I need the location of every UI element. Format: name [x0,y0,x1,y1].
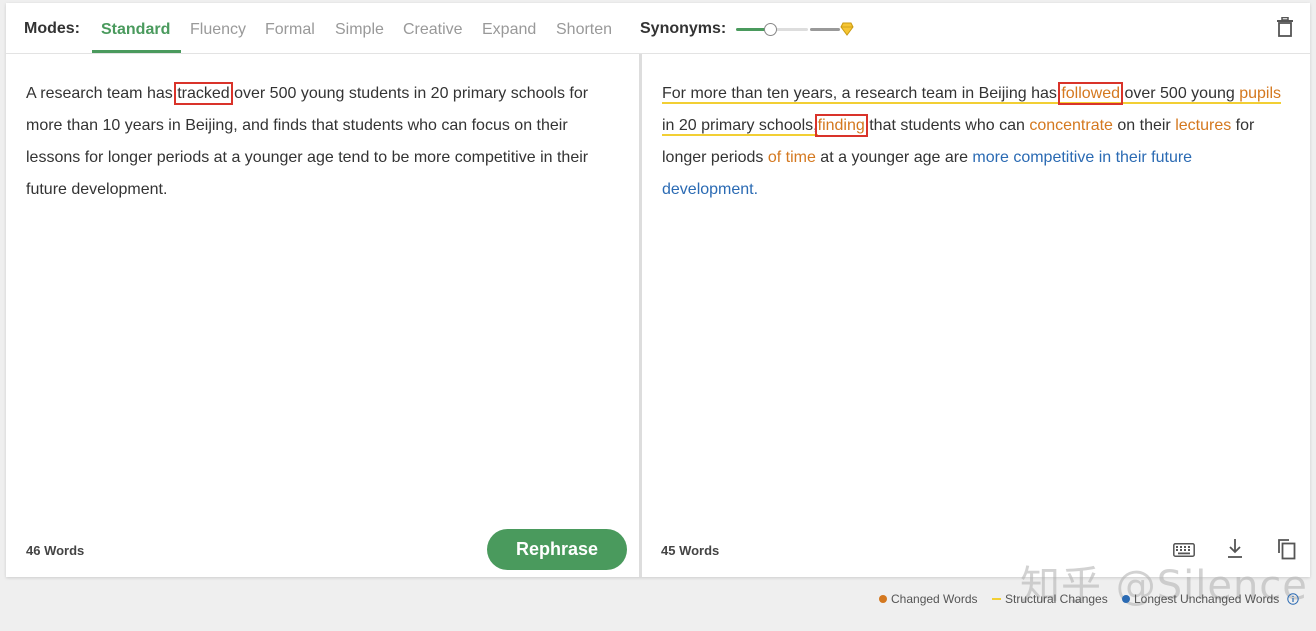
rephrase-button[interactable]: Rephrase [487,529,627,570]
modes-label: Modes: [24,20,80,37]
synonyms-slider[interactable] [736,18,854,40]
output-word-count: 45 Words [661,543,720,558]
structural-line-icon [992,598,1001,600]
legend-changed: Changed Words [879,592,978,606]
changed-word-finding[interactable]: finding [814,114,868,137]
tab-simple[interactable]: Simple [335,21,384,39]
output-text-part: For more than ten years, a research team… [662,85,1062,102]
changed-word-concentrate[interactable]: concentrate [1029,117,1113,134]
toolbar: Modes: Standard Fluency Formal Simple Cr… [6,3,1310,54]
tab-expand[interactable]: Expand [482,21,536,39]
legend-structural-label: Structural Changes [1005,592,1108,606]
output-text-part: at a younger age are [815,149,973,166]
tab-shorten[interactable]: Shorten [556,21,612,39]
input-text[interactable]: A research team has tracked over 500 you… [26,78,616,206]
output-text-part: over 500 young [1120,85,1235,102]
legend-structural: Structural Changes [992,592,1108,606]
changed-dot-icon [879,595,887,603]
output-text-part: on their [1112,117,1176,134]
output-text: For more than ten years, a research team… [662,78,1282,206]
synonyms-label: Synonyms: [640,20,727,37]
unchanged-dot-icon [1122,595,1130,603]
changed-word-pupils[interactable]: pupils [1239,85,1281,102]
changed-word-of-time[interactable]: of time [768,149,816,166]
tab-creative[interactable]: Creative [403,21,463,39]
changed-word-lectures[interactable]: lectures [1175,117,1231,134]
tab-formal[interactable]: Formal [265,21,315,39]
highlighted-word-tracked: tracked [174,82,233,105]
legend-unchanged-label: Longest Unchanged Words [1134,592,1280,606]
info-icon[interactable] [1287,593,1299,605]
trash-icon[interactable] [1276,17,1294,37]
output-text-part: that students who can [864,117,1030,134]
output-text-part: in 20 primary schools, [662,117,818,134]
paraphraser-app: Modes: Standard Fluency Formal Simple Cr… [6,3,1310,577]
slider-handle[interactable] [764,23,777,36]
tab-standard[interactable]: Standard [101,21,170,39]
legend-unchanged: Longest Unchanged Words [1122,592,1299,606]
active-tab-indicator [92,50,181,53]
input-pane: A research team has tracked over 500 you… [6,54,639,577]
output-pane: For more than ten years, a research team… [642,54,1310,577]
tab-fluency[interactable]: Fluency [190,21,246,39]
diamond-icon [840,22,854,36]
input-text-part: A research team has [26,85,178,102]
slider-track-premium [810,28,840,31]
legend-changed-label: Changed Words [891,592,978,606]
input-word-count: 46 Words [26,543,85,558]
changed-word-followed[interactable]: followed [1058,82,1124,105]
